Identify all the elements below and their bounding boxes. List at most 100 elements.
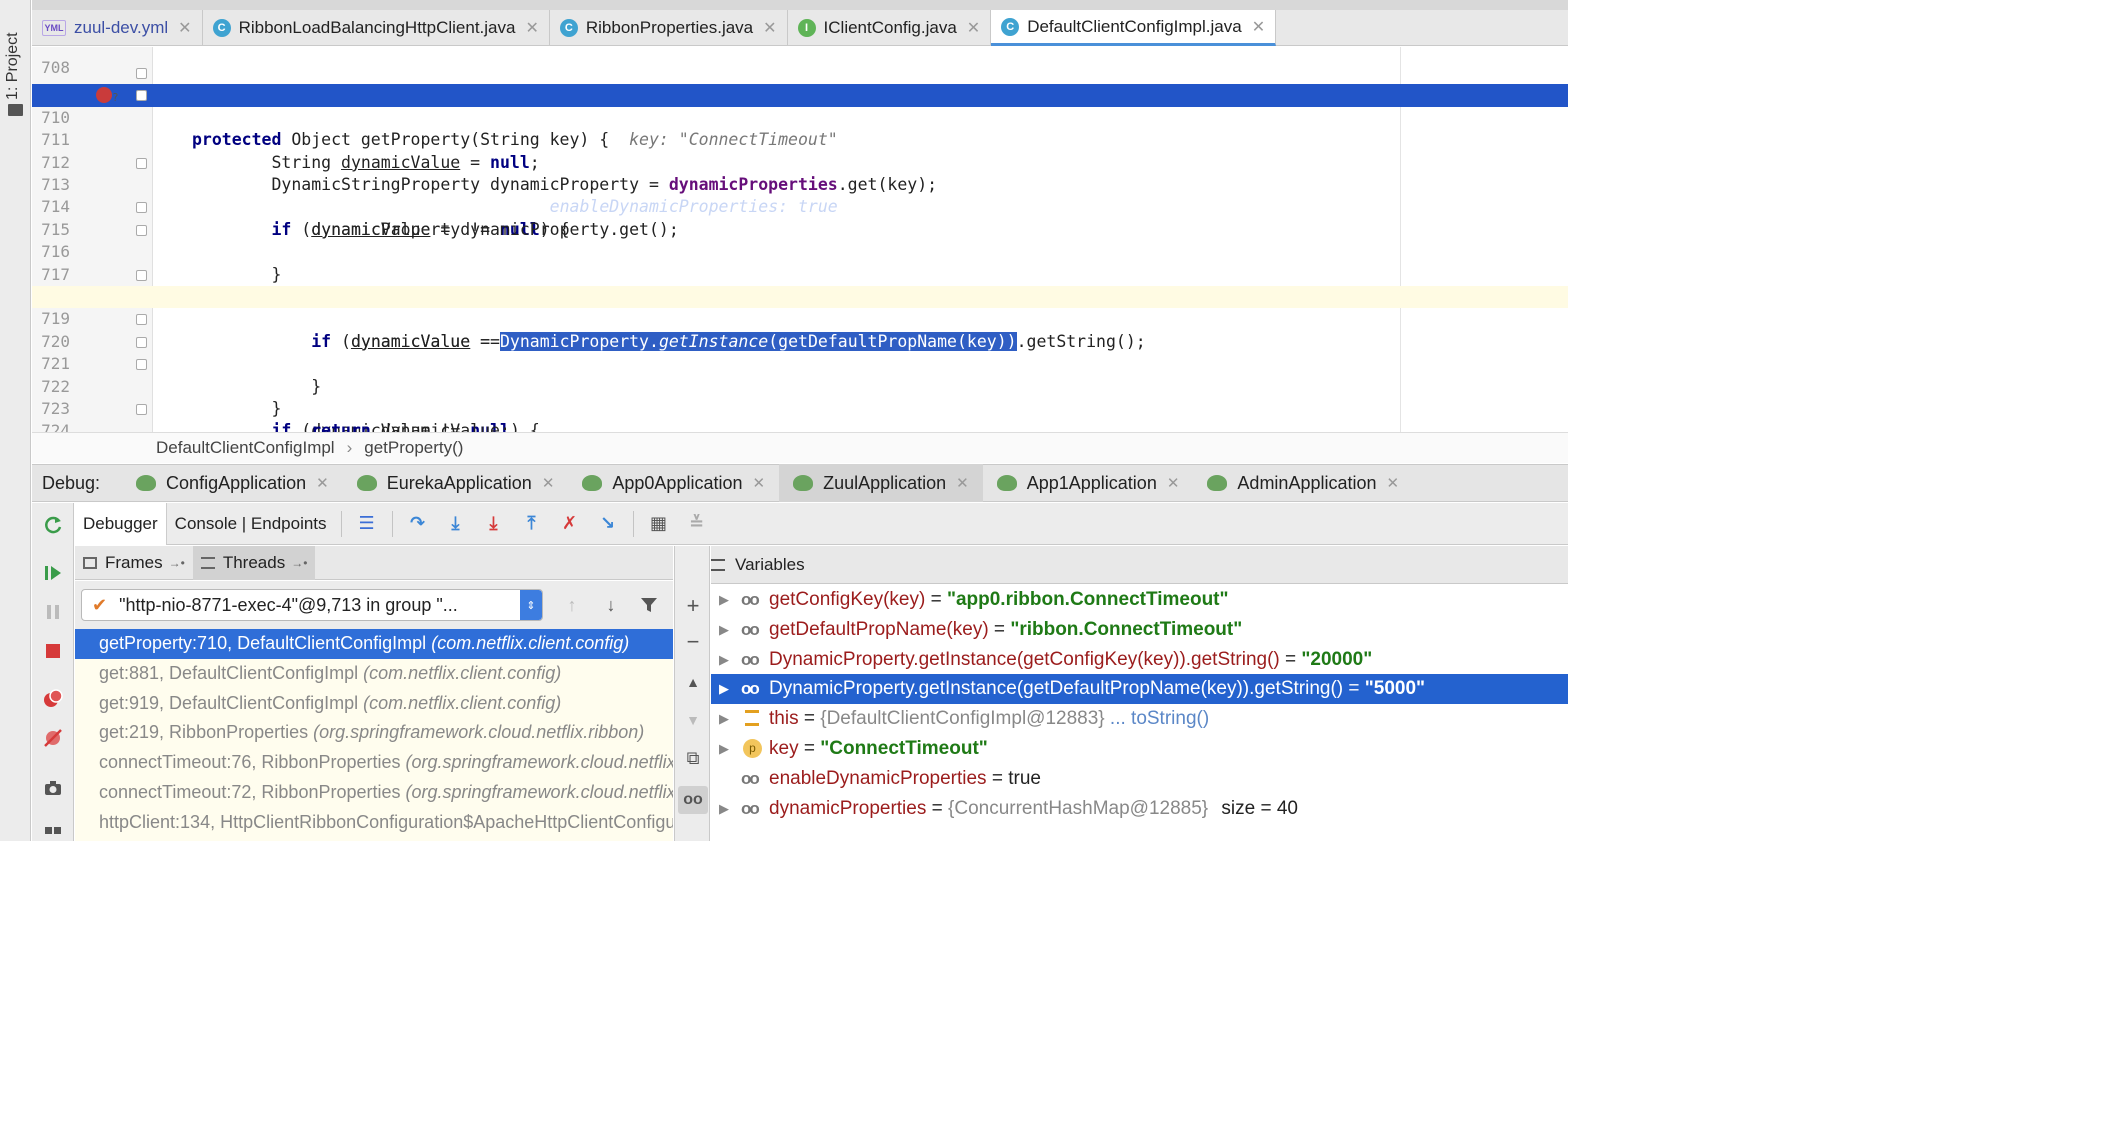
close-icon[interactable]: ✕ [967, 18, 980, 38]
step-out-icon[interactable]: ⤒ [521, 513, 543, 535]
drop-frame-icon[interactable]: ✗ [559, 513, 581, 535]
expand-arrow-icon[interactable]: ▶ [719, 615, 729, 645]
expand-arrow-icon[interactable]: ▶ [719, 704, 729, 734]
mute-breakpoints-icon[interactable] [43, 728, 63, 748]
tab-zuul-dev-yml[interactable]: YML zuul-dev.yml ✕ [32, 10, 203, 46]
trace-icon[interactable]: ≚ [686, 513, 708, 535]
code-line[interactable]: 708 [32, 47, 1568, 77]
watch-item[interactable]: ▶ oo getDefaultPropName(key) = "ribbon.C… [711, 615, 1568, 645]
move-down-icon[interactable]: ▼ [683, 710, 703, 730]
add-watch-icon[interactable]: + [683, 595, 703, 617]
debug-tab-admin-application[interactable]: AdminApplication ✕ [1193, 464, 1413, 502]
show-execution-point-icon[interactable]: ☰ [356, 513, 378, 535]
watch-item[interactable]: oo enableDynamicProperties = true [711, 764, 1568, 794]
tab-console-endpoints[interactable]: Console | Endpoints [167, 503, 335, 545]
dropdown-stepper-icon[interactable]: ⇕ [520, 590, 542, 620]
run-to-cursor-icon[interactable]: ↘ [597, 513, 619, 535]
list-item[interactable]: get:881, DefaultClientConfigImpl (com.ne… [75, 659, 673, 689]
code-line[interactable]: 714 dynamicValue = dynamicProperty.get()… [32, 174, 1568, 238]
show-watches-glasses-icon[interactable]: oo [678, 786, 708, 814]
code-line[interactable]: 722 if (dynamicValue != null) { [32, 353, 1568, 432]
code-line[interactable]: 723 return dynamicValue; [32, 376, 1568, 432]
fold-marker-icon[interactable] [136, 68, 147, 79]
variable-item-this[interactable]: ▶ this = {DefaultClientConfigImpl@12883}… [711, 704, 1568, 734]
step-into-icon[interactable]: ⤓ [445, 513, 467, 535]
list-item[interactable]: connectTimeout:72, RibbonProperties (org… [75, 778, 673, 808]
thread-dropdown[interactable]: ✔ "http-nio-8771-exec-4"@9,713 in group … [81, 589, 543, 621]
move-up-icon[interactable]: ▲ [683, 672, 703, 692]
list-item[interactable]: get:919, DefaultClientConfigImpl (com.ne… [75, 689, 673, 719]
expand-arrow-icon[interactable]: ▶ [719, 674, 729, 704]
code-line[interactable]: 713 if (dynamicProperty != null) { [32, 152, 1568, 239]
fold-marker-icon[interactable] [136, 404, 147, 415]
expand-arrow-icon[interactable]: ▶ [719, 645, 729, 675]
fold-marker-icon[interactable] [136, 359, 147, 371]
debug-tab-app0-application[interactable]: App0Application ✕ [568, 464, 779, 502]
close-icon[interactable]: ✕ [525, 18, 538, 38]
execution-point-line[interactable]: 710 ? if (enableDynamicProperties) { ena… [32, 84, 1568, 216]
list-item[interactable]: get:219, RibbonProperties (org.springfra… [75, 718, 673, 748]
list-item[interactable]: getProperty:710, DefaultClientConfigImpl… [75, 629, 673, 659]
fold-marker-icon[interactable] [136, 90, 147, 102]
debug-tab-eureka-application[interactable]: EurekaApplication ✕ [343, 464, 569, 502]
close-icon[interactable]: ✕ [178, 18, 191, 38]
fold-marker-icon[interactable] [136, 224, 147, 236]
tab-ribbon-load-balancing-http-client[interactable]: C RibbonLoadBalancingHttpClient.java ✕ [203, 10, 550, 46]
tab-debugger[interactable]: Debugger [75, 502, 167, 545]
watch-item[interactable]: ▶ oo getConfigKey(key) = "app0.ribbon.Co… [711, 585, 1568, 615]
list-item[interactable]: connectTimeout:76, RibbonProperties (org… [75, 748, 673, 778]
camera-icon[interactable] [43, 778, 63, 798]
fold-marker-icon[interactable] [136, 202, 147, 214]
code-line[interactable]: 717 dynamicValue = DynamicProperty.getIn… [32, 241, 1568, 306]
evaluate-expression-icon[interactable]: ▦ [648, 513, 670, 535]
fold-marker-icon[interactable] [136, 157, 147, 169]
code-line[interactable]: 709 protected Object getProperty(String … [32, 62, 1568, 149]
code-line[interactable]: 711 String dynamicValue = null; [32, 107, 1568, 171]
resume-icon[interactable] [43, 563, 63, 583]
tab-default-client-config-impl[interactable]: C DefaultClientConfigImpl.java ✕ [991, 10, 1277, 46]
breadcrumb-class[interactable]: DefaultClientConfigImpl [156, 438, 335, 458]
remove-watch-icon[interactable]: − [683, 631, 703, 653]
watch-item[interactable]: ▶ oo DynamicProperty.getInstance(getConf… [711, 645, 1568, 675]
code-line[interactable]: 720 } [32, 308, 1568, 396]
copy-icon[interactable]: ⧉ [683, 748, 703, 768]
next-frame-arrow-icon[interactable]: ↓ [601, 595, 621, 615]
close-icon[interactable]: ✕ [956, 474, 969, 492]
close-icon[interactable]: ✕ [1252, 17, 1265, 37]
previous-frame-arrow-icon[interactable]: ↑ [562, 595, 582, 615]
step-over-icon[interactable]: ↷ [407, 513, 429, 535]
expand-arrow-icon[interactable]: ▶ [719, 585, 729, 615]
to-string-link[interactable]: ... toString() [1110, 708, 1209, 729]
code-line[interactable]: 718 if (dynamicValue == null) { [32, 264, 1568, 351]
fold-marker-icon[interactable] [136, 269, 147, 281]
close-icon[interactable]: ✕ [753, 474, 766, 492]
code-line[interactable]: 724 } [32, 398, 1568, 432]
expand-arrow-icon[interactable]: ▶ [719, 734, 729, 764]
filter-icon[interactable] [639, 595, 659, 615]
watch-item[interactable]: ▶ oo dynamicProperties = {ConcurrentHash… [711, 794, 1568, 824]
close-icon[interactable]: ✕ [542, 474, 555, 492]
code-line[interactable]: 715 } [32, 196, 1568, 284]
debug-tab-config-application[interactable]: ConfigApplication ✕ [122, 464, 343, 502]
debug-tab-zuul-application[interactable]: ZuulApplication ✕ [779, 464, 983, 502]
close-icon[interactable]: ✕ [316, 474, 329, 492]
current-caret-line[interactable]: 719 dynamicValue = DynamicProperty.getIn… [32, 286, 1568, 351]
rerun-icon[interactable] [43, 515, 63, 535]
code-line[interactable]: 725 } [32, 420, 1568, 432]
pause-icon[interactable] [43, 602, 63, 622]
code-line[interactable]: 721 } [32, 331, 1568, 418]
code-editor[interactable]: 708 709 protected Object getProperty(Str… [32, 47, 1568, 432]
close-icon[interactable]: ✕ [1387, 474, 1400, 492]
variable-item-key[interactable]: ▶ p key = "ConnectTimeout" [711, 734, 1568, 764]
close-icon[interactable]: ✕ [1167, 474, 1180, 492]
breadcrumb-method[interactable]: getProperty() [364, 438, 463, 458]
list-item[interactable]: httpClient:134, HttpClientRibbonConfigur… [75, 808, 673, 838]
tab-ribbon-properties[interactable]: C RibbonProperties.java ✕ [550, 10, 788, 46]
project-tool-label[interactable]: 1: Project [4, 32, 22, 100]
code-line[interactable]: 716 if (dynamicValue == null) { [32, 219, 1568, 306]
view-breakpoints-icon[interactable] [43, 689, 63, 709]
force-step-into-icon[interactable]: ⤓ [483, 513, 505, 535]
watch-item-selected[interactable]: ▶ oo DynamicProperty.getInstance(getDefa… [711, 674, 1568, 705]
project-folder-icon[interactable] [8, 104, 23, 116]
tab-frames[interactable]: Frames →• [75, 546, 193, 580]
